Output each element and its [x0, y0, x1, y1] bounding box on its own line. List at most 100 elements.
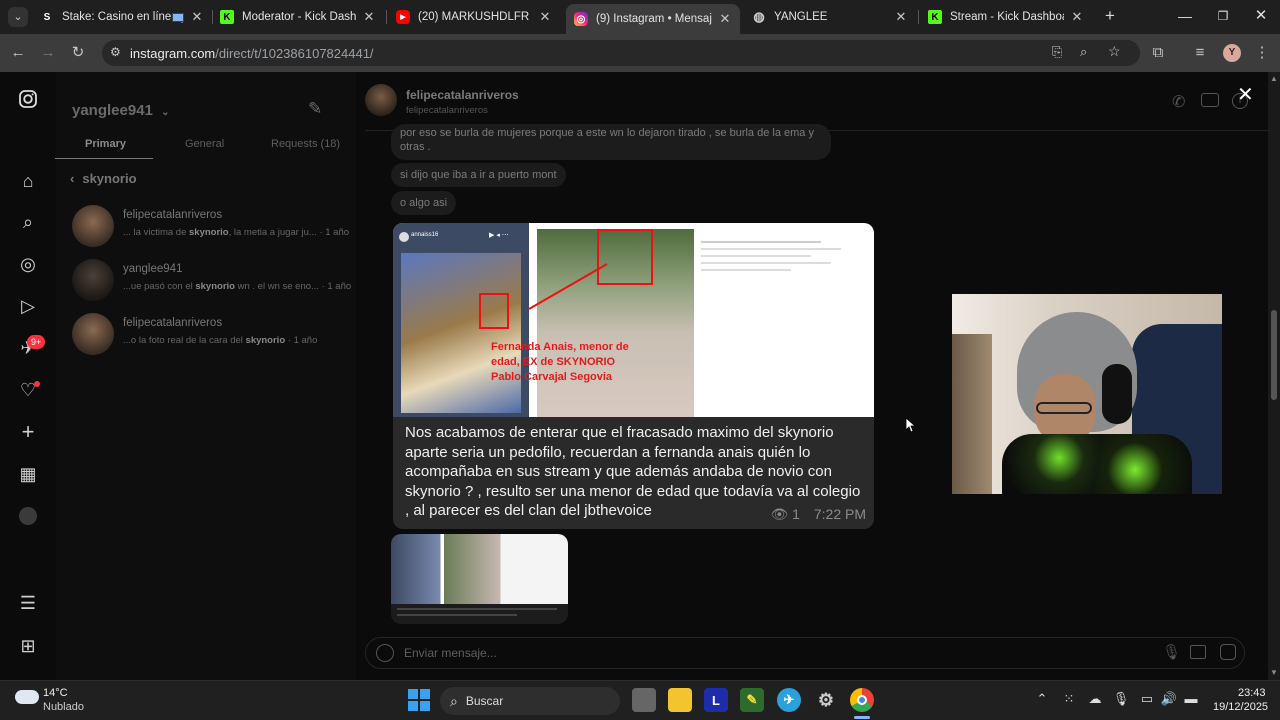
close-window-button[interactable]: ✕ [1251, 6, 1271, 26]
back-to-search[interactable]: ‹ skynorio [70, 171, 137, 186]
story-user-avatar [399, 232, 409, 242]
search-icon[interactable]: ⌕ [17, 211, 39, 233]
conversation-preview: ...o la foto real de la cara del skynori… [123, 335, 318, 346]
chrome-icon[interactable] [850, 688, 874, 712]
tab-instagram[interactable]: ◎ (9) Instagram • Mensajes ✕ [566, 4, 740, 34]
extensions-icon[interactable]: ⧉ [1148, 43, 1168, 63]
zoom-icon[interactable]: ⌕ [1080, 44, 1087, 60]
close-tab-icon[interactable]: ✕ [190, 9, 204, 25]
tab-title: Stream - Kick Dashboard [950, 11, 1064, 23]
file-explorer-icon[interactable] [668, 688, 692, 712]
tab-stake[interactable]: S Stake: Casino en línea y ✕ [32, 4, 212, 30]
settings-app-icon[interactable]: ⚙ [814, 688, 838, 712]
avatar [72, 205, 114, 247]
shared-media-thumbnail[interactable] [391, 534, 568, 624]
account-switcher[interactable]: yanglee941 ⌄ [72, 102, 169, 119]
also-from-meta-icon[interactable]: ⊞ [17, 635, 39, 657]
volume-icon[interactable]: 🔊 [1160, 691, 1178, 707]
close-tab-icon[interactable]: ✕ [538, 9, 552, 25]
compose-message-icon[interactable]: ✎ [308, 99, 322, 119]
tab-kick-stream[interactable]: K Stream - Kick Dashboard ✕ [920, 4, 1092, 30]
sticker-icon[interactable] [1220, 644, 1236, 660]
conversation-item[interactable]: felipecatalanriveros ... la victima de s… [72, 203, 349, 251]
shared-post-image: annaiss16 ▶ ◂ ⋯ Fernanda Anais, menor de… [393, 223, 874, 417]
profile-picture[interactable] [19, 507, 37, 525]
conversation-item[interactable]: yanglee941 ...ue pasó con el skynorio wn… [72, 257, 351, 305]
back-arrow-icon[interactable]: ← [8, 43, 28, 63]
taskbar-search[interactable]: ⌕ Buscar [440, 687, 620, 715]
weather-cloud-icon[interactable] [15, 690, 39, 704]
tab-search-button[interactable]: ⌄ [8, 7, 28, 27]
close-tab-icon[interactable]: ✕ [362, 9, 376, 25]
explore-icon[interactable]: ◎ [17, 253, 39, 275]
minimize-button[interactable]: — [1175, 6, 1195, 26]
chat-title[interactable]: felipecatalanriveros [406, 88, 519, 102]
browser-menu-icon[interactable]: ⋮ [1252, 43, 1272, 63]
conversation-preview: ...ue pasó con el skynorio wn . el wn se… [123, 281, 352, 292]
app-green-icon[interactable]: ✎ [740, 688, 764, 712]
clock-time[interactable]: 23:43 [1238, 687, 1266, 699]
tab-youtube[interactable]: ▶ (20) MARKUSHDLFR EL STR ✕ [388, 4, 560, 30]
bookmark-star-icon[interactable]: ☆ [1108, 43, 1121, 60]
pointer-line [528, 263, 608, 310]
close-overlay-button[interactable]: ✕ [1237, 82, 1254, 107]
scroll-down-icon[interactable]: ▼ [1270, 668, 1278, 677]
message-bubble: por eso se burla de mujeres porque a est… [391, 124, 831, 160]
windows-start-icon[interactable] [408, 689, 430, 711]
tab-requests[interactable]: Requests (18) [271, 138, 340, 150]
screen-share-icon [172, 13, 184, 22]
restore-button[interactable]: ❐ [1213, 6, 1233, 26]
emoji-icon[interactable] [376, 644, 394, 662]
conversation-item[interactable]: felipecatalanriveros ...o la foto real d… [72, 311, 342, 359]
conversation-name: felipecatalanriveros [123, 209, 223, 221]
instagram-logo-icon[interactable] [17, 89, 39, 111]
tab-title: YANGLEE [774, 11, 828, 23]
chat-avatar[interactable] [365, 84, 397, 116]
photo-classroom [401, 253, 521, 413]
address-bar[interactable]: ⚙ instagram.com/direct/t/102386107824441… [102, 40, 1140, 66]
highlight-box [479, 293, 509, 329]
home-icon[interactable]: ⌂ [17, 170, 39, 192]
weather-description: Nublado [43, 701, 84, 713]
dashboard-icon[interactable]: ▦ [17, 463, 39, 485]
tab-kick-moderator[interactable]: K Moderator - Kick Dashboard ✕ [212, 4, 384, 30]
weather-temperature[interactable]: 14°C [43, 687, 68, 699]
battery-icon[interactable]: ▬ [1182, 691, 1200, 706]
site-info-icon[interactable]: ⚙ [110, 45, 121, 59]
phone-call-icon[interactable]: ✆ [1172, 92, 1185, 112]
image-upload-icon[interactable] [1190, 645, 1206, 659]
clock-date[interactable]: 19/12/2025 [1213, 701, 1268, 713]
url-host: instagram.com [130, 45, 216, 61]
telegram-icon[interactable]: ✈ [777, 688, 801, 712]
media-viewer-card[interactable]: annaiss16 ▶ ◂ ⋯ Fernanda Anais, menor de… [393, 223, 874, 529]
scrollbar-thumb[interactable] [1271, 310, 1277, 400]
close-tab-icon[interactable]: ✕ [1070, 9, 1084, 25]
tab-general[interactable]: General [185, 138, 224, 150]
video-call-icon[interactable] [1201, 93, 1219, 107]
webcam-curtain [952, 334, 992, 494]
tab-primary[interactable]: Primary [85, 138, 126, 150]
new-tab-button[interactable]: + [1100, 6, 1120, 26]
task-view-icon[interactable] [632, 688, 656, 712]
tray-overflow-icon[interactable]: ⌃ [1033, 691, 1051, 707]
tray-mic-icon[interactable]: 🎙 [1112, 691, 1130, 707]
create-plus-icon[interactable]: + [17, 421, 39, 443]
scroll-up-icon[interactable]: ▲ [1270, 74, 1278, 83]
mouse-cursor-icon [905, 417, 917, 437]
more-menu-icon[interactable]: ☰ [17, 592, 39, 614]
tab-yanglee[interactable]: ◍ YANGLEE ✕ [744, 4, 916, 30]
media-control-icon[interactable]: ≡ [1190, 43, 1210, 63]
reels-icon[interactable]: ▷ [17, 295, 39, 317]
network-icon[interactable]: ▭ [1138, 691, 1156, 707]
close-tab-icon[interactable]: ✕ [894, 9, 908, 25]
install-app-icon[interactable]: ⎘ [1052, 44, 1062, 60]
tray-cloud-icon[interactable]: ☁ [1086, 691, 1104, 707]
message-composer[interactable]: Enviar mensaje... [365, 637, 1245, 669]
forward-arrow-icon[interactable]: → [38, 43, 58, 63]
microphone-icon[interactable]: 🎙 [1162, 643, 1181, 661]
reload-icon[interactable]: ↻ [68, 43, 88, 63]
tray-apps-icon[interactable]: ⁙ [1060, 691, 1078, 707]
launcher-l-icon[interactable]: L [704, 688, 728, 712]
profile-avatar[interactable]: Y [1223, 44, 1241, 62]
close-tab-icon[interactable]: ✕ [718, 11, 732, 27]
